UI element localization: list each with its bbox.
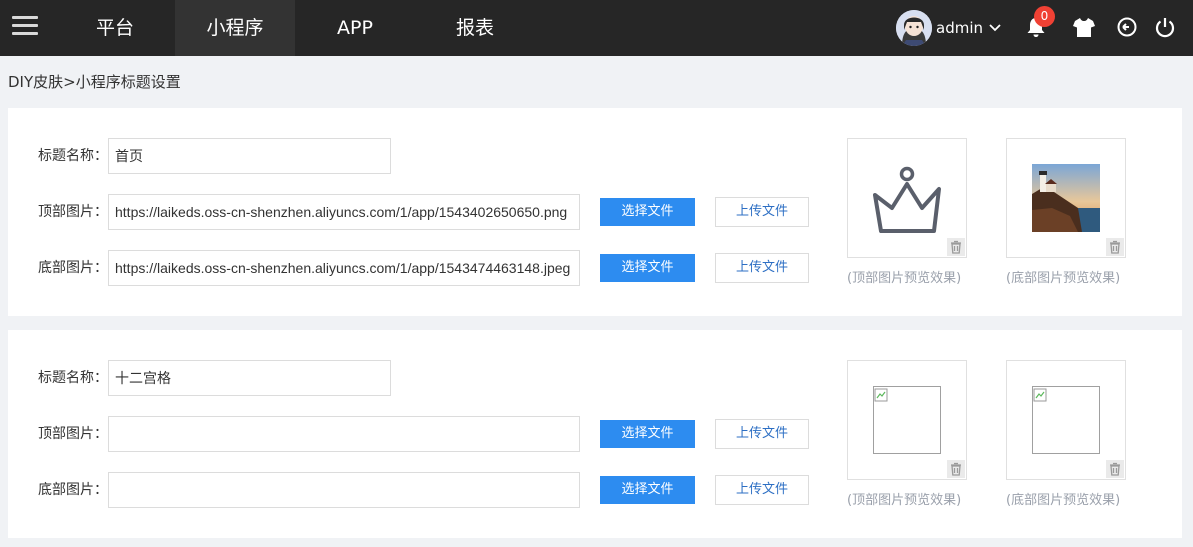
select-file-button[interactable]: 选择文件 — [600, 254, 695, 282]
bottom-image-preview — [1006, 138, 1126, 258]
top-navbar: 平台 小程序 APP 报表 admin 0 — [0, 0, 1193, 56]
lighthouse-photo — [1032, 164, 1100, 232]
delete-icon[interactable] — [947, 238, 965, 256]
broken-image-icon — [1032, 386, 1100, 454]
power-icon[interactable] — [1152, 14, 1178, 40]
select-file-button[interactable]: 选择文件 — [600, 476, 695, 504]
shirt-icon[interactable] — [1071, 14, 1097, 40]
title-name-label: 标题名称： — [38, 148, 108, 164]
select-file-button[interactable]: 选择文件 — [600, 198, 695, 226]
upload-file-button[interactable]: 上传文件 — [715, 197, 809, 227]
top-preview-caption: (顶部图片预览效果) — [847, 271, 962, 286]
back-icon[interactable] — [1114, 14, 1140, 40]
nav-tab-platform[interactable]: 平台 — [75, 0, 155, 56]
nav-tab-app[interactable]: APP — [315, 0, 395, 56]
top-image-label: 顶部图片： — [38, 426, 108, 442]
notification-badge: 0 — [1034, 6, 1055, 27]
title-name-input[interactable]: 十二宫格 — [108, 360, 391, 396]
bottom-image-input[interactable] — [108, 472, 580, 508]
delete-icon[interactable] — [947, 460, 965, 478]
top-image-label: 顶部图片： — [38, 204, 108, 220]
select-file-button[interactable]: 选择文件 — [600, 420, 695, 448]
bottom-preview-caption: (底部图片预览效果) — [1006, 493, 1121, 508]
broken-image-icon — [873, 386, 941, 454]
upload-file-button[interactable]: 上传文件 — [715, 475, 809, 505]
title-name-input[interactable]: 首页 — [108, 138, 391, 174]
nav-tab-report[interactable]: 报表 — [435, 0, 515, 56]
upload-file-button[interactable]: 上传文件 — [715, 419, 809, 449]
top-preview-caption: (顶部图片预览效果) — [847, 493, 962, 508]
top-image-input[interactable]: https://laikeds.oss-cn-shenzhen.aliyuncs… — [108, 194, 580, 230]
top-image-preview — [847, 360, 967, 480]
upload-file-button[interactable]: 上传文件 — [715, 253, 809, 283]
user-menu[interactable]: admin — [896, 9, 1001, 47]
avatar — [896, 10, 932, 46]
chevron-down-icon — [989, 24, 1001, 32]
bottom-image-preview — [1006, 360, 1126, 480]
delete-icon[interactable] — [1106, 238, 1124, 256]
top-image-input[interactable] — [108, 416, 580, 452]
title-settings-panel: 标题名称： 首页 顶部图片： https://laikeds.oss-cn-sh… — [8, 108, 1182, 316]
breadcrumb: DIY皮肤>小程序标题设置 — [8, 73, 181, 91]
title-name-label: 标题名称： — [38, 370, 108, 386]
title-settings-panel: 标题名称： 十二宫格 顶部图片： 选择文件 上传文件 底部图片： 选择文件 上传… — [8, 330, 1182, 538]
nav-tab-miniprogram[interactable]: 小程序 — [175, 0, 295, 56]
bottom-preview-caption: (底部图片预览效果) — [1006, 271, 1121, 286]
delete-icon[interactable] — [1106, 460, 1124, 478]
user-name: admin — [936, 19, 983, 37]
bottom-image-label: 底部图片： — [38, 482, 108, 498]
top-image-preview — [847, 138, 967, 258]
bottom-image-label: 底部图片： — [38, 260, 108, 276]
menu-icon[interactable] — [12, 16, 38, 38]
bottom-image-input[interactable]: https://laikeds.oss-cn-shenzhen.aliyuncs… — [108, 250, 580, 286]
